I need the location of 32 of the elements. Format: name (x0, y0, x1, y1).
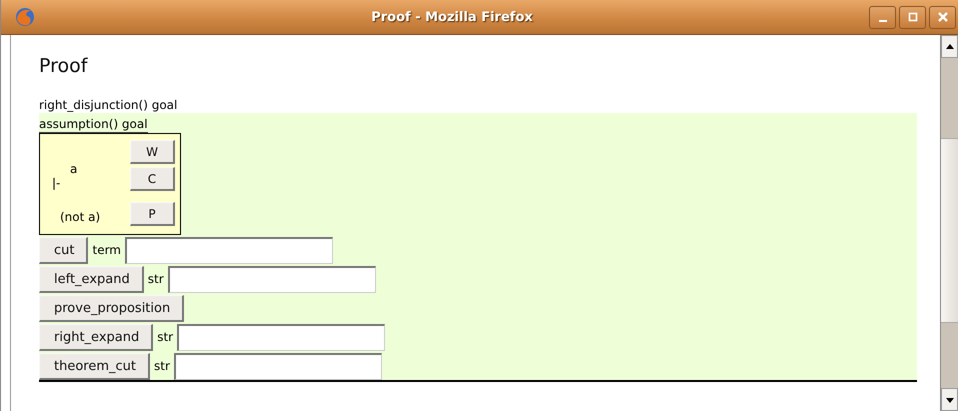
action-button[interactable]: theorem_cut (39, 353, 150, 380)
close-icon (936, 11, 948, 23)
input-field[interactable] (174, 353, 382, 380)
scrollbar[interactable] (940, 35, 958, 411)
action-button[interactable]: cut (39, 237, 88, 264)
parameter-label: str (156, 328, 174, 346)
input-field[interactable] (124, 237, 333, 264)
parameter-label: term (91, 242, 122, 258)
globe-icon (15, 7, 35, 27)
input-field[interactable] (168, 266, 376, 293)
minimize-button[interactable] (869, 6, 896, 28)
action-button[interactable]: left_expand (39, 266, 144, 293)
conclusion-formula: (not a) (60, 210, 100, 224)
action-button[interactable]: prove_proposition (39, 295, 184, 322)
turnstile-symbol: |- (52, 176, 60, 190)
rule-button[interactable]: P (130, 202, 175, 226)
parameter-label: str (146, 270, 165, 288)
maximize-button[interactable] (899, 6, 926, 28)
parameter-label: str (153, 358, 171, 374)
scroll-down-icon[interactable] (941, 388, 958, 411)
action-button[interactable]: right_expand (39, 324, 154, 351)
minimize-icon (878, 20, 886, 22)
input-field[interactable] (177, 324, 386, 351)
page-heading: Proof (39, 55, 89, 77)
maximize-icon (906, 11, 918, 23)
scroll-up-icon[interactable] (941, 35, 958, 58)
hypothesis-formula: a (70, 162, 78, 176)
close-button[interactable] (929, 6, 956, 28)
goal-label: right_disjunction() goal (39, 97, 178, 113)
rule-button[interactable]: C (130, 167, 175, 191)
rule-button[interactable]: W (130, 140, 175, 164)
window-title: Proof - Mozilla Firefox (370, 10, 534, 24)
